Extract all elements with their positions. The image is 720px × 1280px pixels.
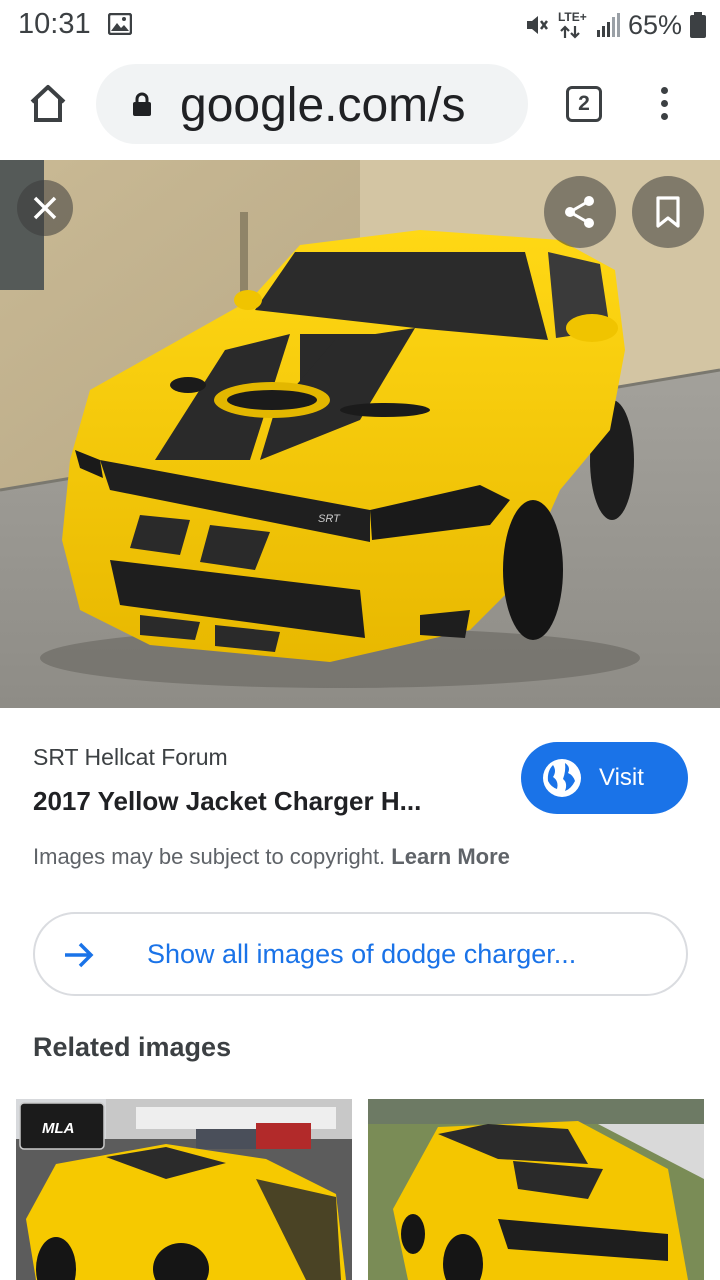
dealer-logo: MLA <box>42 1120 75 1137</box>
data-arrows-icon <box>560 25 580 39</box>
lock-icon <box>133 92 151 116</box>
mute-icon <box>526 16 548 34</box>
browser-toolbar: google.com/s 2 <box>0 50 720 160</box>
network-type: LTE+ <box>557 10 587 24</box>
status-time: 10:31 <box>18 8 91 40</box>
main-image[interactable]: SRT <box>0 160 720 708</box>
share-button[interactable] <box>544 176 616 248</box>
url-text: google.com/s <box>180 79 466 132</box>
close-icon <box>33 196 57 220</box>
show-all-label: Show all images of dodge charger... <box>147 939 577 969</box>
copyright-notice: Images may be subject to copyright. Lear… <box>33 844 510 870</box>
related-image-thumbnail[interactable]: MLA <box>16 1099 352 1280</box>
share-icon <box>565 196 594 228</box>
bookmark-icon <box>656 196 680 228</box>
home-icon[interactable] <box>26 82 70 126</box>
overflow-menu-icon[interactable] <box>650 84 678 124</box>
arrow-right-icon <box>65 942 94 968</box>
image-title[interactable]: 2017 Yellow Jacket Charger H... <box>33 786 421 817</box>
related-images-heading: Related images <box>33 1032 232 1062</box>
learn-more-link[interactable]: Learn More <box>391 844 510 869</box>
close-button[interactable] <box>17 180 73 236</box>
tab-switcher-button[interactable]: 2 <box>566 86 602 122</box>
url-bar[interactable]: google.com/s <box>96 64 528 144</box>
show-all-images-button[interactable]: Show all images of dodge charger... <box>33 912 688 996</box>
globe-icon <box>543 759 581 797</box>
save-button[interactable] <box>632 176 704 248</box>
copyright-text: Images may be subject to copyright. <box>33 844 386 869</box>
source-name[interactable]: SRT Hellcat Forum <box>33 744 228 771</box>
battery-icon <box>690 12 706 38</box>
yellow-charger-photo: SRT <box>0 160 720 708</box>
status-bar: 10:31 LTE+ 65% <box>0 0 720 50</box>
gallery-notification-icon <box>108 13 132 35</box>
related-image-thumbnail[interactable] <box>368 1099 704 1280</box>
lte-indicator: LTE+ <box>558 10 588 40</box>
visit-button[interactable]: Visit <box>521 742 688 814</box>
status-indicators: LTE+ 65% <box>524 8 706 42</box>
svg-text:SRT: SRT <box>318 513 341 525</box>
signal-icon <box>596 13 620 37</box>
battery-percent: 65% <box>627 9 682 40</box>
related-car-photo-2 <box>368 1099 704 1280</box>
related-car-photo-1: MLA <box>16 1099 352 1280</box>
visit-label: Visit <box>599 764 644 791</box>
